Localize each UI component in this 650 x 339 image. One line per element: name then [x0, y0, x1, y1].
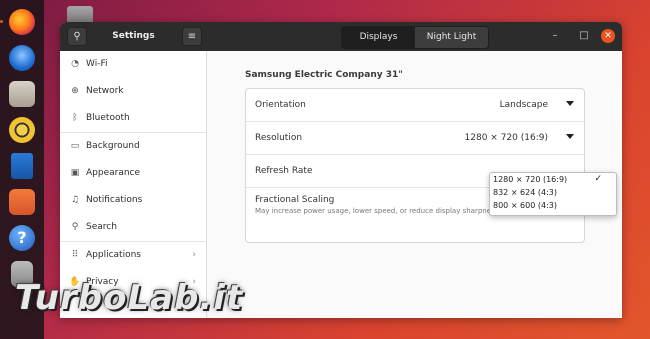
files-icon[interactable] — [9, 81, 35, 107]
software-icon[interactable] — [9, 189, 35, 215]
search-icon: ⚲ — [71, 222, 79, 232]
sidebar-item-applications[interactable]: ⠿ Applications › — [60, 242, 206, 269]
sidebar-item-label: Wi-Fi — [86, 59, 108, 69]
minimize-button[interactable]: – — [548, 29, 562, 43]
sidebar-item-bluetooth[interactable]: ᛒ Bluetooth — [60, 105, 206, 132]
orientation-label: Orientation — [255, 100, 306, 110]
rhythmbox-icon[interactable] — [9, 117, 35, 143]
sidebar-item-label: Applications — [86, 250, 141, 260]
wifi-icon: ◔ — [71, 59, 79, 69]
menu-button[interactable]: ≡ — [182, 27, 202, 46]
tab-night-light[interactable]: Night Light — [415, 27, 488, 48]
thunderbird-icon[interactable] — [9, 45, 35, 71]
sidebar-item-label: Bluetooth — [86, 113, 130, 123]
sidebar-item-background[interactable]: ▭ Background — [60, 133, 206, 160]
resolution-option[interactable]: 1280 × 720 (16:9) ✓ — [490, 173, 616, 186]
sidebar-item-label: Background — [86, 141, 140, 151]
bell-icon: ♫ — [70, 195, 80, 205]
watermark-logo: TurboLab.it — [15, 278, 244, 318]
network-icon: ⊕ — [71, 86, 79, 96]
refresh-rate-label: Refresh Rate — [255, 166, 313, 176]
fractional-scaling-label: Fractional Scaling — [255, 195, 335, 205]
resolution-option-label: 800 × 600 (4:3) — [493, 201, 557, 210]
running-indicator — [0, 20, 3, 23]
resolution-dropdown: 1280 × 720 (16:9) ✓ 832 × 624 (4:3) 800 … — [489, 172, 617, 216]
window-title: Settings — [112, 31, 155, 41]
header-bar: ⚲ Settings ≡ Displays Night Light – □ ✕ — [60, 22, 622, 51]
resolution-value: 1280 × 720 (16:9) — [464, 133, 548, 143]
resolution-option[interactable]: 800 × 600 (4:3) — [490, 199, 616, 212]
resolution-option[interactable]: 832 × 624 (4:3) — [490, 186, 616, 199]
sidebar-item-label: Appearance — [86, 168, 141, 178]
sidebar-item-label: Search — [86, 222, 117, 232]
orientation-value: Landscape — [499, 100, 548, 110]
sidebar-item-notifications[interactable]: ♫ Notifications — [60, 187, 206, 214]
sidebar-item-network[interactable]: ⊕ Network — [60, 78, 206, 105]
dropdown-arrow-icon — [566, 134, 574, 139]
maximize-button[interactable]: □ — [577, 29, 591, 43]
resolution-row[interactable]: Resolution 1280 × 720 (16:9) — [246, 122, 584, 155]
appearance-icon: ▣ — [70, 168, 80, 178]
sidebar-item-search[interactable]: ⚲ Search — [60, 214, 206, 241]
monitor-name: Samsung Electric Company 31" — [245, 70, 403, 80]
settings-window: ⚲ Settings ≡ Displays Night Light – □ ✕ … — [60, 22, 622, 318]
display-settings-list: Orientation Landscape Resolution 1280 × … — [245, 88, 585, 243]
orientation-row[interactable]: Orientation Landscape — [246, 89, 584, 122]
apps-icon: ⠿ — [71, 250, 79, 260]
displays-panel: Samsung Electric Company 31" Orientation… — [207, 51, 622, 318]
sidebar-item-label: Notifications — [86, 195, 143, 205]
sidebar-item-label: Network — [86, 86, 124, 96]
search-button[interactable]: ⚲ — [67, 27, 87, 46]
sidebar-item-appearance[interactable]: ▣ Appearance — [60, 160, 206, 187]
checkmark-icon: ✓ — [594, 174, 602, 184]
chevron-right-icon: › — [192, 250, 196, 260]
dropdown-arrow-icon — [566, 101, 574, 106]
writer-icon[interactable] — [11, 153, 33, 179]
resolution-option-label: 1280 × 720 (16:9) — [493, 175, 568, 184]
resolution-option-label: 832 × 624 (4:3) — [493, 188, 557, 197]
view-switcher: Displays Night Light — [341, 26, 489, 49]
resolution-label: Resolution — [255, 133, 303, 143]
sidebar-item-wifi[interactable]: ◔ Wi-Fi — [60, 51, 206, 78]
bluetooth-icon: ᛒ — [72, 113, 78, 123]
background-icon: ▭ — [70, 141, 80, 151]
close-button[interactable]: ✕ — [601, 29, 615, 43]
fractional-scaling-description: May increase power usage, lower speed, o… — [255, 207, 501, 215]
help-icon[interactable]: ? — [9, 225, 35, 251]
tab-displays[interactable]: Displays — [342, 27, 415, 48]
firefox-icon[interactable] — [0, 9, 35, 35]
